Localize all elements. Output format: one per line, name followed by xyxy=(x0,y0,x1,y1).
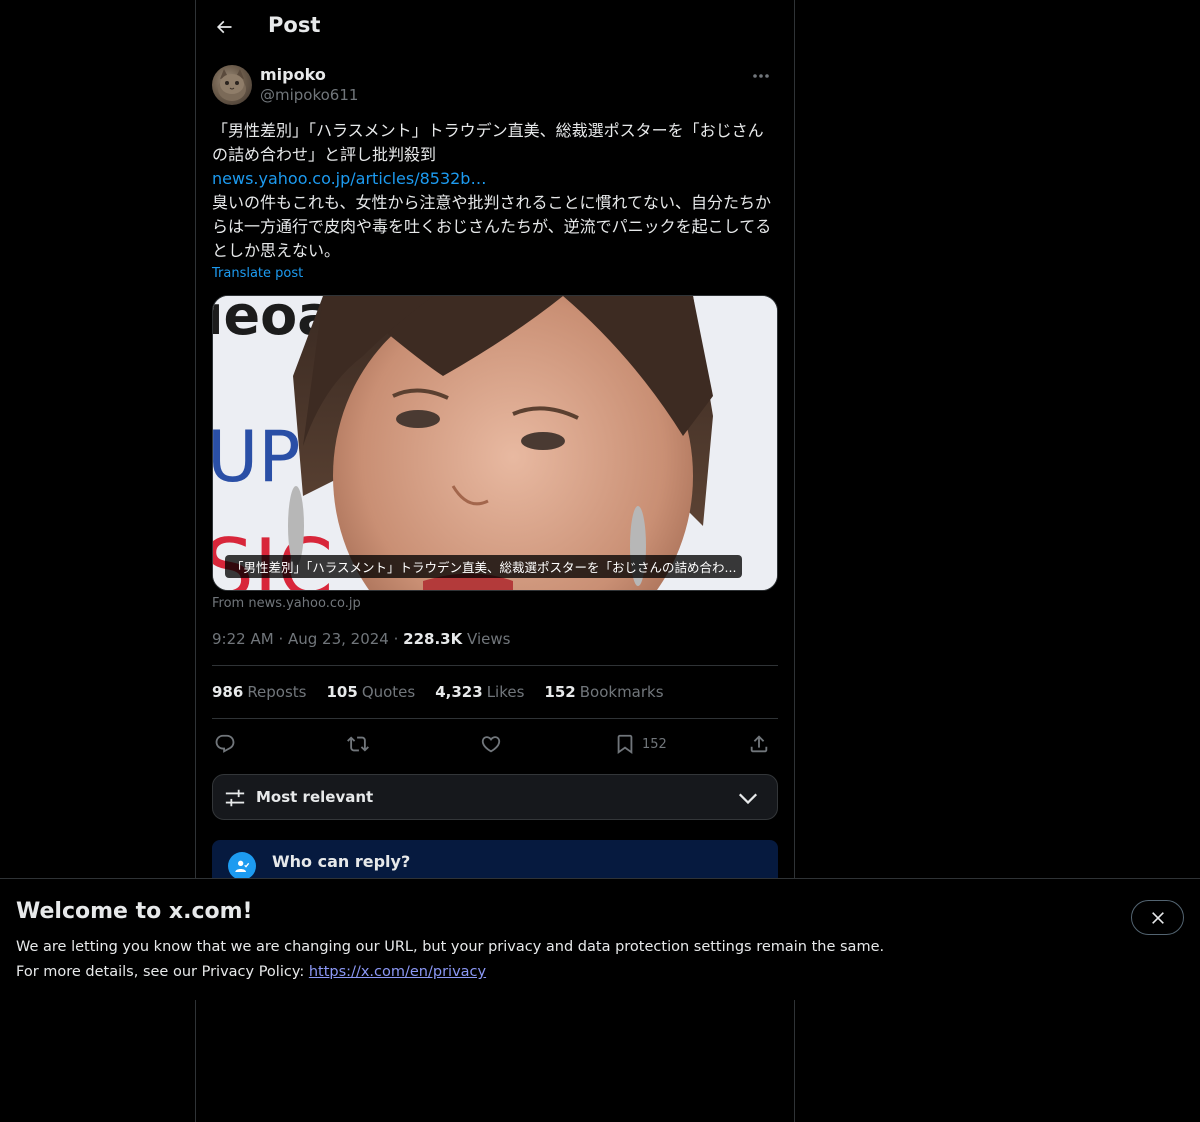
banner-text-line: We are letting you know that we are chan… xyxy=(16,939,885,955)
post-date[interactable]: Aug 23, 2024 xyxy=(288,630,389,648)
quotes-stat[interactable]: 105 Quotes xyxy=(327,683,416,701)
post-link[interactable]: news.yahoo.co.jp/articles/8532b… xyxy=(212,167,778,191)
post-author: mipoko @mipoko611 xyxy=(212,64,778,108)
sliders-icon xyxy=(225,789,245,807)
post-stats: 986 Reposts 105 Quotes 4,323 Likes 152 Bookm… xyxy=(212,683,664,701)
more-options-button[interactable] xyxy=(744,64,778,88)
meta-separator: · xyxy=(393,630,404,648)
banner-title: Welcome to x.com! xyxy=(16,899,253,924)
back-button[interactable] xyxy=(208,11,240,43)
post-time[interactable]: 9:22 AM xyxy=(212,630,274,648)
like-button[interactable] xyxy=(480,730,502,758)
back-arrow-icon xyxy=(216,20,232,34)
heart-icon xyxy=(481,736,501,753)
privacy-policy-link[interactable]: https://x.com/en/privacy xyxy=(309,964,486,980)
avatar[interactable] xyxy=(212,65,252,105)
bookmark-count: 152 xyxy=(642,736,667,752)
banner-text-prefix: For more details, see our Privacy Policy… xyxy=(16,964,309,980)
bookmark-button[interactable]: 152 xyxy=(614,730,667,758)
share-icon xyxy=(750,735,768,753)
svg-text:UP: UP xyxy=(213,416,300,498)
more-icon xyxy=(753,74,769,78)
card-caption: 「男性差別」「ハラスメント」トラウデン直美、総裁選ポスターを「おじさんの詰め合わ… xyxy=(225,555,743,578)
author-handle[interactable]: @mipoko611 xyxy=(260,86,358,104)
post-text-comment: 臭いの件もこれも、女性から注意や批判されることに慣れてない、自分たちからは一方通… xyxy=(212,193,772,260)
divider xyxy=(212,665,778,666)
close-icon xyxy=(1151,911,1164,924)
repost-icon xyxy=(347,736,369,752)
likes-stat[interactable]: 4,323 Likes xyxy=(435,683,524,701)
reply-sort-dropdown[interactable]: Most relevant xyxy=(212,774,778,820)
post-text: 「男性差別」「ハラスメント」トラウデン直美、総裁選ポスターを「おじさんの詰め合わ… xyxy=(212,119,778,263)
banner-text-line: For more details, see our Privacy Policy… xyxy=(16,960,884,985)
page-title: Post xyxy=(268,13,321,37)
reposts-stat[interactable]: 986 Reposts xyxy=(212,683,307,701)
bookmark-icon xyxy=(617,734,633,755)
user-check-icon xyxy=(228,852,256,880)
repost-button[interactable] xyxy=(347,730,369,758)
top-bar: Post xyxy=(196,0,794,54)
card-source[interactable]: From news.yahoo.co.jp xyxy=(212,596,361,611)
chevron-down-icon xyxy=(738,793,758,805)
bookmarks-stat[interactable]: 152 Bookmarks xyxy=(544,683,663,701)
reply-button[interactable] xyxy=(214,730,236,758)
post-text-headline: 「男性差別」「ハラスメント」トラウデン直美、総裁選ポスターを「おじさんの詰め合わ… xyxy=(212,121,764,164)
link-card[interactable]: ıeoa UP SIC UP SIC 「男性差別」「ハラスメント」トラウデン直美… xyxy=(212,295,778,591)
banner-body: We are letting you know that we are chan… xyxy=(16,935,884,985)
views-count: 228.3K xyxy=(403,630,463,648)
translate-post-link[interactable]: Translate post xyxy=(212,266,303,281)
post-actions: 152 xyxy=(212,730,778,758)
share-button[interactable] xyxy=(748,730,770,758)
author-display-name[interactable]: mipoko xyxy=(260,65,326,84)
meta-separator: · xyxy=(278,630,288,648)
post-meta: 9:22 AM · Aug 23, 2024 · 228.3K Views xyxy=(212,630,510,648)
views-label: Views xyxy=(467,630,511,648)
sort-label: Most relevant xyxy=(256,788,374,806)
url-change-banner: Welcome to x.com! We are letting you kno… xyxy=(0,878,1200,1000)
who-can-reply-title: Who can reply? xyxy=(272,852,411,871)
reply-icon xyxy=(215,734,235,753)
card-photo: ıeoa UP SIC UP SIC xyxy=(213,296,777,590)
divider xyxy=(212,718,778,719)
close-banner-button[interactable] xyxy=(1131,900,1184,935)
